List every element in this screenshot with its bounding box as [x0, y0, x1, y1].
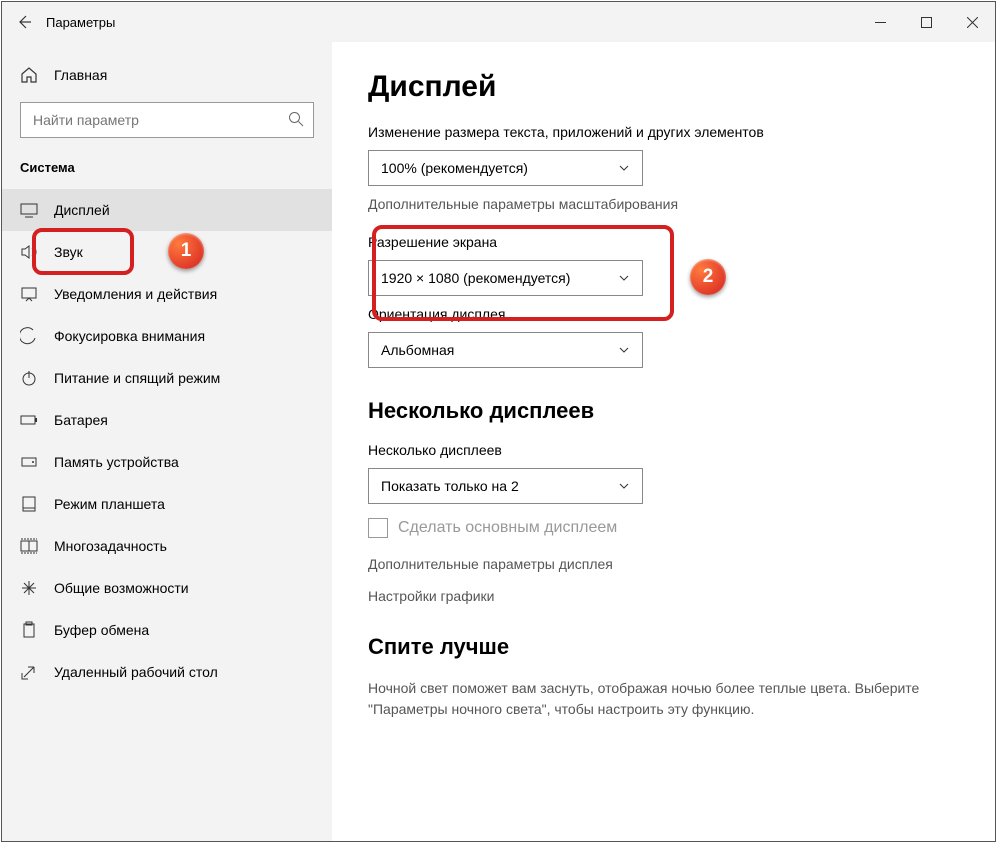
scale-value: 100% (рекомендуется) — [381, 160, 528, 176]
battery-icon — [20, 411, 38, 429]
multi-value: Показать только на 2 — [381, 478, 519, 494]
orientation-value: Альбомная — [381, 342, 454, 358]
page-title: Дисплей — [368, 70, 959, 104]
nav-label: Общие возможности — [54, 580, 189, 596]
sound-icon — [20, 243, 38, 261]
make-primary-row: Сделать основным дисплеем — [368, 518, 959, 538]
orientation-label: Ориентация дисплея — [368, 306, 959, 322]
back-arrow-icon — [16, 14, 32, 30]
make-primary-checkbox — [368, 518, 388, 538]
window-controls — [857, 2, 995, 42]
chevron-down-icon — [618, 480, 630, 492]
main-content: Дисплей Изменение размера текста, прилож… — [332, 42, 995, 841]
nav-label: Буфер обмена — [54, 622, 149, 638]
maximize-button[interactable] — [903, 2, 949, 42]
tablet-icon — [20, 495, 38, 513]
advanced-display-link[interactable]: Дополнительные параметры дисплея — [368, 556, 959, 572]
nav-label: Звук — [54, 244, 83, 260]
focus-icon — [20, 327, 38, 345]
group-label: Система — [2, 156, 332, 189]
sidebar-item-sound[interactable]: Звук — [2, 231, 332, 273]
nav-label: Питание и спящий режим — [54, 370, 220, 386]
scale-label: Изменение размера текста, приложений и д… — [368, 124, 959, 140]
clipboard-icon — [20, 621, 38, 639]
titlebar: Параметры — [2, 2, 995, 42]
body: Главная Система Дисплей Звук Уведомления… — [2, 42, 995, 841]
sidebar-item-shared[interactable]: Общие возможности — [2, 567, 332, 609]
sidebar: Главная Система Дисплей Звук Уведомления… — [2, 42, 332, 841]
nav-label: Фокусировка внимания — [54, 328, 205, 344]
search-input[interactable] — [20, 102, 314, 138]
multitask-icon — [20, 537, 38, 555]
sidebar-item-notifications[interactable]: Уведомления и действия — [2, 273, 332, 315]
search-wrap — [20, 102, 314, 138]
chevron-down-icon — [618, 272, 630, 284]
sidebar-item-focus[interactable]: Фокусировка внимания — [2, 315, 332, 357]
home-icon — [20, 66, 38, 84]
sidebar-item-storage[interactable]: Память устройства — [2, 441, 332, 483]
minimize-button[interactable] — [857, 2, 903, 42]
home-label: Главная — [54, 67, 107, 83]
remote-icon — [20, 663, 38, 681]
nav-label: Батарея — [54, 412, 108, 428]
make-primary-label: Сделать основным дисплеем — [398, 519, 617, 537]
multi-combo[interactable]: Показать только на 2 — [368, 468, 643, 504]
nav-label: Память устройства — [54, 454, 179, 470]
sleep-title: Спите лучше — [368, 634, 959, 660]
power-icon — [20, 369, 38, 387]
sidebar-item-clipboard[interactable]: Буфер обмена — [2, 609, 332, 651]
nav-label: Режим планшета — [54, 496, 165, 512]
chevron-down-icon — [618, 162, 630, 174]
close-button[interactable] — [949, 2, 995, 42]
scale-combo[interactable]: 100% (рекомендуется) — [368, 150, 643, 186]
orientation-combo[interactable]: Альбомная — [368, 332, 643, 368]
shared-icon — [20, 579, 38, 597]
annotation-badge-1: 1 — [168, 233, 204, 269]
nav-label: Многозадачность — [54, 538, 167, 554]
sidebar-item-multitask[interactable]: Многозадачность — [2, 525, 332, 567]
nav-label: Уведомления и действия — [54, 286, 217, 302]
back-button[interactable] — [2, 2, 46, 42]
annotation-badge-2: 2 — [690, 259, 726, 295]
resolution-label: Разрешение экрана — [368, 234, 959, 250]
multi-label: Несколько дисплеев — [368, 442, 959, 458]
sidebar-item-battery[interactable]: Батарея — [2, 399, 332, 441]
graphics-link[interactable]: Настройки графики — [368, 588, 959, 604]
scale-advanced-link[interactable]: Дополнительные параметры масштабирования — [368, 196, 959, 212]
notifications-icon — [20, 285, 38, 303]
display-icon — [20, 201, 38, 219]
close-icon — [967, 17, 978, 28]
chevron-down-icon — [618, 344, 630, 356]
resolution-combo[interactable]: 1920 × 1080 (рекомендуется) — [368, 260, 643, 296]
sleep-text: Ночной свет поможет вам заснуть, отображ… — [368, 678, 959, 720]
storage-icon — [20, 453, 38, 471]
multi-title: Несколько дисплеев — [368, 398, 959, 424]
settings-window: Параметры Главная Система Дисплей — [1, 1, 996, 842]
nav-label: Удаленный рабочий стол — [54, 664, 218, 680]
sidebar-item-tablet[interactable]: Режим планшета — [2, 483, 332, 525]
window-title: Параметры — [46, 15, 115, 30]
sidebar-item-power[interactable]: Питание и спящий режим — [2, 357, 332, 399]
home-link[interactable]: Главная — [2, 54, 332, 96]
maximize-icon — [921, 17, 932, 28]
resolution-value: 1920 × 1080 (рекомендуется) — [381, 270, 570, 286]
sidebar-item-display[interactable]: Дисплей — [2, 189, 332, 231]
sidebar-item-remote[interactable]: Удаленный рабочий стол — [2, 651, 332, 693]
nav-label: Дисплей — [54, 202, 110, 218]
search-icon — [288, 111, 304, 127]
minimize-icon — [875, 17, 886, 28]
